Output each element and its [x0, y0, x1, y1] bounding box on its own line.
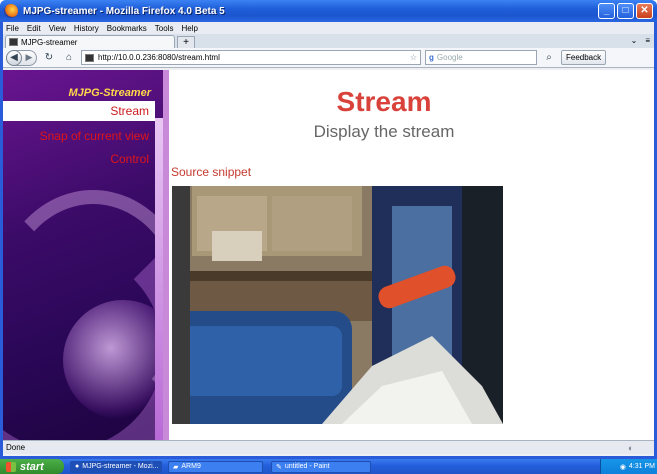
- firefox-small-icon: ●: [75, 463, 80, 470]
- list-tabs-icon[interactable]: ⌄: [631, 36, 638, 45]
- window-controls: _ □ ✕: [598, 3, 653, 19]
- menu-view[interactable]: View: [49, 24, 66, 33]
- page-subtitle: Display the stream: [313, 122, 455, 141]
- menu-edit[interactable]: Edit: [27, 24, 41, 33]
- title-bar[interactable]: MJPG-streamer - Mozilla Firefox 4.0 Beta…: [0, 0, 657, 22]
- menu-history[interactable]: History: [74, 24, 99, 33]
- search-icon: ⌕: [546, 52, 552, 63]
- addon-bar-icon[interactable]: ◐: [628, 443, 640, 453]
- stream-picture: [172, 186, 503, 424]
- home-button[interactable]: ⌂: [61, 50, 77, 66]
- tab-bar-controls: ⌄ ≡: [631, 36, 650, 45]
- site-sidebar: MJPG-Streamer Stream Snap of current vie…: [3, 70, 163, 440]
- site-brand: MJPG-Streamer: [68, 87, 151, 99]
- page-content: MJPG-Streamer Stream Snap of current vie…: [3, 70, 654, 440]
- sidebar-item-stream[interactable]: Stream: [3, 101, 155, 121]
- menu-help[interactable]: Help: [181, 24, 197, 33]
- windows-logo-icon: [6, 461, 16, 472]
- sidebar-item-control[interactable]: Control: [3, 149, 155, 169]
- stream-video-frame: [172, 186, 503, 424]
- start-label: start: [20, 460, 44, 473]
- search-box[interactable]: g Google: [425, 50, 537, 65]
- sidebar-stripe: [155, 118, 163, 440]
- taskbar-item-firefox[interactable]: ● MJPG-streamer - Mozi...: [70, 460, 162, 473]
- page-favicon-icon: [9, 38, 18, 46]
- page-title: Stream: [336, 86, 432, 117]
- source-snippet-link[interactable]: Source snippet: [171, 165, 251, 179]
- feedback-label: Feedback: [566, 53, 602, 62]
- taskbar: start ● MJPG-streamer - Mozi... ▰ ARM9 ✎…: [0, 459, 657, 474]
- sidebar-item-snap[interactable]: Snap of current view: [3, 126, 155, 146]
- feedback-button[interactable]: Feedback: [561, 50, 607, 65]
- navigation-toolbar: ◀ ▶ ↻ ⌂ http://10.0.0.236:8080/stream.ht…: [3, 48, 654, 68]
- forward-arrow-icon: ▶: [25, 52, 33, 62]
- window-title: MJPG-streamer - Mozilla Firefox 4.0 Beta…: [23, 5, 225, 17]
- minimize-button[interactable]: _: [598, 3, 615, 19]
- address-url: http://10.0.0.236:8080/stream.html: [98, 53, 220, 62]
- network-icon[interactable]: ◉: [620, 463, 626, 471]
- bookmark-star-icon[interactable]: ☆: [410, 53, 417, 62]
- taskbar-item-label: ARM9: [181, 463, 201, 470]
- status-text: Done: [6, 443, 26, 452]
- taskbar-item-label: untitled - Paint: [284, 463, 330, 470]
- taskbar-item-paint[interactable]: ✎ untitled - Paint: [271, 460, 371, 473]
- taskbar-item-arm9[interactable]: ▰ ARM9: [168, 460, 263, 473]
- folder-icon: ▰: [173, 463, 179, 471]
- new-tab-button[interactable]: +: [177, 36, 195, 48]
- menu-bar: File Edit View History Bookmarks Tools H…: [3, 22, 654, 34]
- back-forward-group: ◀ ▶: [6, 49, 37, 66]
- google-icon: g: [429, 53, 434, 62]
- tab-label: MJPG-streamer: [21, 37, 78, 47]
- reload-icon: ↻: [44, 52, 54, 63]
- menu-file[interactable]: File: [6, 24, 19, 33]
- close-button[interactable]: ✕: [636, 3, 653, 19]
- menu-tools[interactable]: Tools: [155, 24, 174, 33]
- site-identity-icon: [85, 53, 94, 62]
- status-bar: Done ◐: [3, 440, 654, 454]
- tab-groups-icon[interactable]: ≡: [645, 36, 650, 45]
- menu-bookmarks[interactable]: Bookmarks: [107, 24, 147, 33]
- search-button[interactable]: ⌕: [541, 50, 557, 65]
- search-placeholder: Google: [436, 53, 463, 62]
- back-button[interactable]: ◀: [6, 49, 22, 66]
- tab-bar: MJPG-streamer + ⌄ ≡: [3, 34, 654, 48]
- reload-button[interactable]: ↻: [41, 50, 57, 66]
- maximize-button[interactable]: □: [617, 3, 634, 19]
- clock: 4:31 PM: [628, 463, 655, 470]
- taskbar-item-label: MJPG-streamer - Mozi...: [82, 463, 159, 470]
- start-button[interactable]: start: [0, 459, 64, 474]
- system-tray: ◉ 4:31 PM: [600, 459, 657, 474]
- firefox-icon: [4, 4, 18, 18]
- browser-frame: File Edit View History Bookmarks Tools H…: [3, 22, 654, 456]
- address-bar[interactable]: http://10.0.0.236:8080/stream.html ☆: [81, 50, 421, 65]
- home-icon: ⌂: [65, 52, 73, 63]
- back-arrow-icon: ◀: [10, 52, 18, 63]
- browser-window: MJPG-streamer - Mozilla Firefox 4.0 Beta…: [0, 0, 657, 459]
- tab-mjpg-streamer[interactable]: MJPG-streamer: [5, 35, 175, 48]
- forward-button[interactable]: ▶: [22, 52, 36, 63]
- paint-icon: ✎: [276, 463, 282, 471]
